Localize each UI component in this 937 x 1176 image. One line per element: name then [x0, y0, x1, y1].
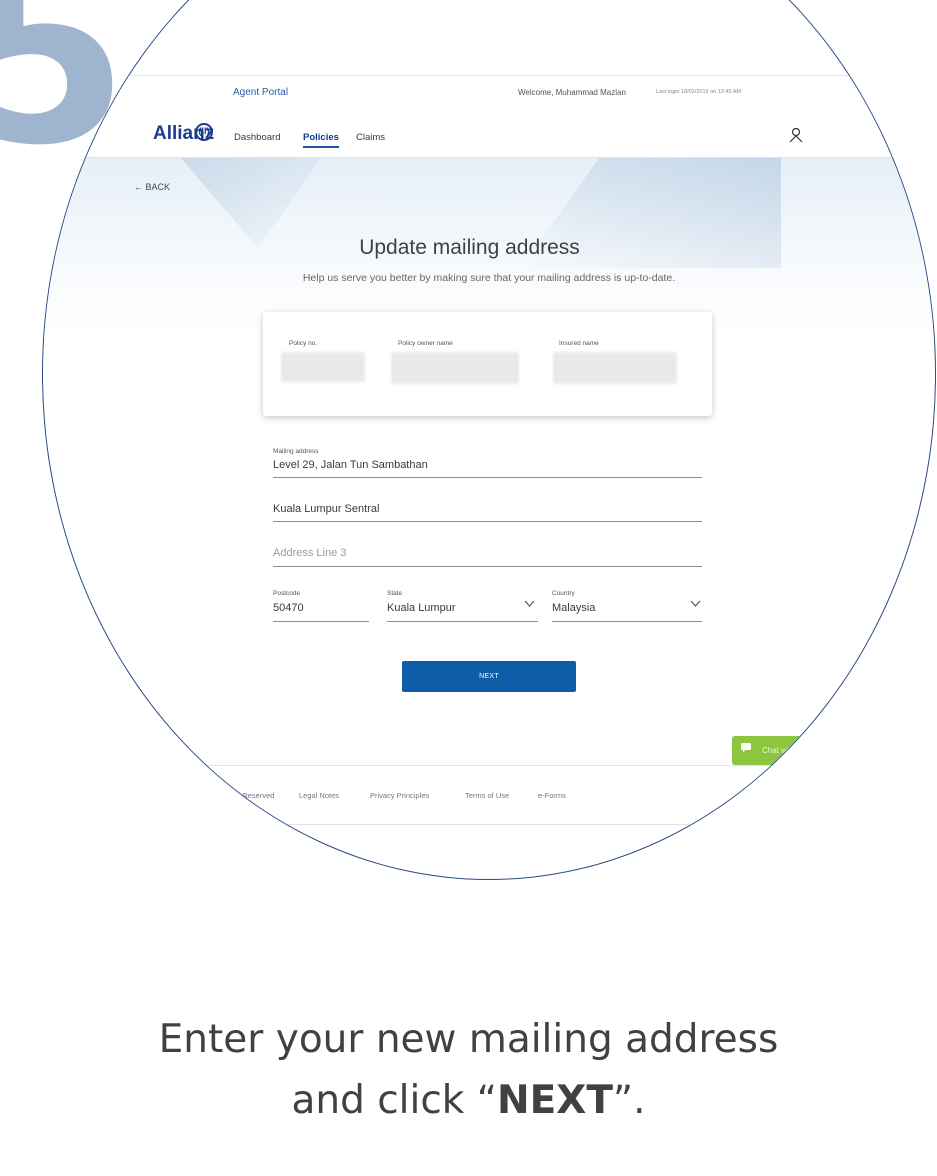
- nav-dashboard[interactable]: Dashboard: [234, 132, 280, 143]
- state-select[interactable]: Kuala Lumpur: [387, 602, 456, 614]
- welcome-text: Welcome, Muhammad Mazlan: [518, 88, 626, 97]
- caption-line-2: and click “NEXT”.: [0, 1078, 937, 1123]
- chat-bubble-icon: [740, 736, 752, 765]
- portal-screen: Agent Portal Welcome, Muhammad Mazlan La…: [43, 1, 935, 879]
- address-line3-underline: [273, 566, 702, 567]
- caption-suffix: ”.: [612, 1078, 646, 1123]
- country-select[interactable]: Malaysia: [552, 602, 595, 614]
- postcode-underline: [273, 621, 369, 622]
- postcode-input[interactable]: 50470: [273, 602, 304, 614]
- country-chevron-down-icon[interactable]: [690, 599, 701, 611]
- next-button[interactable]: NEXT: [402, 661, 576, 692]
- chat-label: Chat with us: [762, 746, 807, 755]
- chat-button[interactable]: Chat with us: [732, 736, 852, 765]
- state-underline: [387, 621, 538, 622]
- footer-eforms[interactable]: e-Forms: [538, 791, 566, 800]
- back-link[interactable]: ← BACK: [134, 182, 170, 192]
- policy-no-redacted: [281, 352, 365, 382]
- policy-owner-label: Policy owner name: [398, 340, 453, 347]
- top-bar: Agent Portal Welcome, Muhammad Mazlan La…: [43, 75, 935, 110]
- policy-summary-card: Policy no. Policy owner name Insured nam…: [263, 312, 712, 416]
- footer-terms[interactable]: Terms of Use: [465, 791, 509, 800]
- state-label: State: [387, 590, 403, 597]
- insured-name-label: Insured name: [559, 340, 599, 347]
- allianz-logo-icon: (ll): [195, 123, 213, 141]
- user-icon[interactable]: [789, 127, 803, 147]
- nav-claims[interactable]: Claims: [356, 132, 385, 143]
- policy-owner-redacted: [391, 352, 519, 384]
- footer-legal-notes[interactable]: Legal Notes: [299, 791, 339, 800]
- screenshot-magnifier: Agent Portal Welcome, Muhammad Mazlan La…: [42, 0, 936, 880]
- mailing-address-label: Mailing address: [273, 448, 319, 455]
- country-underline: [552, 621, 702, 622]
- address-line2-underline: [273, 521, 702, 522]
- country-label: Country: [552, 590, 575, 597]
- caption-prefix: and click “: [291, 1078, 497, 1123]
- address-line1-underline: [273, 477, 702, 478]
- last-login-text: Last login 18/02/2019 on 12:45 AM: [656, 89, 742, 95]
- footer-rights: Rights Reserved: [219, 791, 275, 800]
- address-line2-input[interactable]: Kuala Lumpur Sentral: [273, 503, 379, 515]
- page-title: Update mailing address: [359, 236, 580, 259]
- footer: Rights Reserved Legal Notes Privacy Prin…: [43, 765, 935, 825]
- footer-privacy[interactable]: Privacy Principles: [370, 791, 429, 800]
- agent-portal-link[interactable]: Agent Portal: [233, 87, 288, 98]
- address-line3-input[interactable]: Address Line 3: [273, 547, 346, 559]
- nav-policies[interactable]: Policies: [303, 132, 339, 148]
- caption-next-emphasis: NEXT: [496, 1078, 613, 1123]
- insured-name-redacted: [553, 352, 677, 384]
- state-chevron-down-icon[interactable]: [524, 599, 535, 611]
- policy-no-label: Policy no.: [289, 340, 318, 347]
- caption-line-1: Enter your new mailing address: [158, 1017, 779, 1062]
- postcode-label: Postcode: [273, 590, 301, 597]
- page-subtitle: Help us serve you better by making sure …: [302, 272, 676, 284]
- address-line1-input[interactable]: Level 29, Jalan Tun Sambathan: [273, 459, 428, 471]
